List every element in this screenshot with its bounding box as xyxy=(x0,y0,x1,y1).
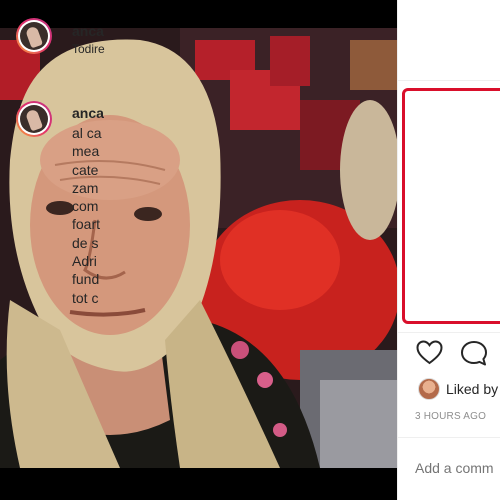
heart-icon[interactable] xyxy=(416,340,443,365)
add-comment-input[interactable] xyxy=(415,460,500,476)
caption-line: cate xyxy=(72,161,99,178)
caption-line: Adri xyxy=(72,253,97,270)
caption-highlight-box xyxy=(402,88,500,324)
caption-line: de s xyxy=(72,234,99,251)
post-location[interactable]: Todire xyxy=(72,42,105,56)
caption-text: al ca mea cate zam com foart de s Adri f… xyxy=(72,124,102,307)
actions-divider xyxy=(398,332,500,333)
caption-line: fund xyxy=(72,271,100,288)
liker-avatar[interactable] xyxy=(418,378,440,400)
author-username[interactable]: anca xyxy=(72,23,104,39)
post-photo[interactable] xyxy=(0,0,397,500)
caption-line: zam xyxy=(72,179,99,196)
caption-line: mea xyxy=(72,143,100,160)
caption-author-avatar[interactable] xyxy=(16,101,52,137)
liked-by-text[interactable]: Liked by xyxy=(446,381,498,397)
comment-icon[interactable] xyxy=(460,340,488,367)
header-divider xyxy=(398,80,500,81)
caption-line: al ca xyxy=(72,125,102,141)
photo-illustration xyxy=(0,0,397,500)
author-avatar[interactable] xyxy=(16,18,52,54)
caption-line: com xyxy=(72,198,99,215)
caption-line: tot c xyxy=(72,289,99,306)
caption-line: foart xyxy=(72,216,101,233)
comment-divider xyxy=(398,437,500,438)
post-timestamp[interactable]: 3 HOURS AGO xyxy=(415,411,486,422)
caption-username[interactable]: anca xyxy=(72,105,104,121)
